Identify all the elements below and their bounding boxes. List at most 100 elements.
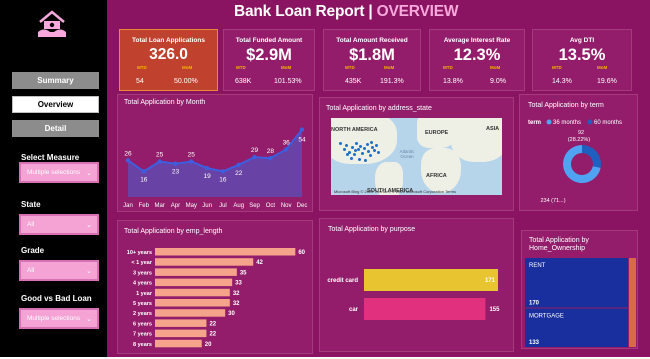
x-tick-label: Oct — [266, 203, 276, 209]
kpi-mom-value: 50.00% — [174, 78, 198, 85]
kpi-card-received[interactable]: Total Amount Received $1.8M MTD MoM 435K… — [323, 29, 421, 91]
loan-quality-dropdown[interactable]: Multiple selections ⌄ — [19, 308, 99, 329]
emp-length-panel[interactable]: Total Application by emp_length 10+ year… — [117, 220, 313, 354]
home-ownership-treemap: RENT 170 MORTGAGE 133 — [525, 258, 636, 347]
map-attribution: Microsoft Bing © 2024 TomTom, © 2024 Mic… — [334, 189, 457, 194]
kpi-card-funded[interactable]: Total Funded Amount $2.9M MTD MoM 638K 1… — [223, 29, 315, 91]
state-marker[interactable] — [370, 141, 373, 144]
month-chart-panel[interactable]: Total Application by Month 26 Jan 16 Feb 25 M… — [117, 94, 313, 212]
nav-overview-button[interactable]: Overview — [12, 96, 99, 113]
state-marker[interactable] — [353, 153, 356, 156]
state-marker[interactable] — [367, 150, 370, 153]
world-map[interactable]: NORTH AMERICA EUROPE ASIA AFRICA SOUTH A… — [331, 118, 502, 195]
kpi-mom-label: MoM — [281, 65, 292, 70]
x-tick-label: Jun — [202, 203, 212, 209]
state-marker[interactable] — [346, 153, 349, 156]
y-tick-label: 7 years — [133, 332, 152, 338]
purpose-bar-chart: credit card 171 car 155 — [327, 269, 500, 320]
state-marker[interactable] — [375, 144, 378, 147]
north-america-landmass — [331, 118, 397, 164]
kpi-mtd-label: MTD — [345, 65, 355, 70]
sidebar: Summary Overview Detail Select Measure M… — [0, 0, 107, 357]
bar — [155, 268, 237, 276]
y-tick-label: 10+ years — [127, 250, 152, 256]
state-map-panel[interactable]: Total Application by address_state NORTH… — [319, 97, 514, 211]
bar — [155, 329, 207, 338]
bar — [155, 288, 230, 297]
line-point — [204, 165, 210, 171]
state-marker[interactable] — [343, 148, 346, 151]
measure-dropdown[interactable]: Multiple selections ⌄ — [19, 162, 99, 183]
state-dropdown[interactable]: All ⌄ — [19, 214, 99, 235]
legend-swatch — [587, 119, 593, 125]
kpi-mtd-label: MTD — [236, 65, 246, 70]
kpi-title: Avg DTI — [569, 37, 595, 44]
nav-summary-button[interactable]: Summary — [12, 72, 99, 89]
grade-dropdown-value: All — [27, 267, 35, 274]
home-ownership-panel[interactable]: Total Application by Home_Ownership RENT… — [521, 230, 638, 349]
state-marker[interactable] — [366, 143, 369, 146]
term-donut-chart: term 36 months 60 months 92(28.22%) 234 (71.… — [528, 119, 622, 204]
state-marker[interactable] — [357, 148, 360, 151]
data-label: 22 — [209, 332, 216, 338]
filter-label-grade: Grade — [21, 246, 45, 255]
line-point — [189, 159, 194, 164]
state-marker[interactable] — [358, 158, 361, 161]
term-donut-panel[interactable]: Total Application by term term 36 months 6… — [519, 94, 638, 211]
x-tick-label: May — [186, 203, 197, 209]
kpi-value: 12.3% — [453, 46, 501, 64]
data-label: 26 — [124, 150, 132, 157]
kpi-mtd-label: MTD — [443, 65, 453, 70]
asia-landmass — [451, 118, 502, 162]
state-marker[interactable] — [354, 149, 357, 152]
x-tick-label: Feb — [139, 203, 150, 209]
x-tick-label: Jan — [123, 203, 133, 209]
kpi-card-interest[interactable]: Average Interest Rate 12.3% MTD MoM 13.8… — [429, 29, 525, 91]
kpi-mtd-label: MTD — [552, 65, 562, 70]
map-label-asia: ASIA — [486, 126, 500, 132]
line-point — [283, 147, 289, 152]
x-tick-label: Sep — [249, 203, 260, 209]
state-marker[interactable] — [364, 159, 367, 162]
state-marker[interactable] — [377, 151, 380, 154]
x-tick-label: Jul — [219, 203, 227, 209]
state-marker[interactable] — [359, 145, 362, 148]
data-label: 54 — [298, 137, 306, 144]
state-marker[interactable] — [345, 144, 348, 147]
legend-title: term — [528, 120, 541, 126]
filter-label-measure: Select Measure — [21, 153, 80, 162]
line-point — [173, 161, 178, 166]
grade-dropdown[interactable]: All ⌄ — [19, 260, 99, 281]
chevron-down-icon: ⌄ — [86, 169, 92, 177]
data-label: 23 — [172, 169, 180, 176]
state-marker[interactable] — [339, 142, 342, 145]
chart-title: Total Application by address_state — [326, 105, 432, 112]
y-tick-label: 1 year — [136, 291, 153, 297]
kpi-card-dti[interactable]: Avg DTI 13.5% MTD MoM 14.3% 19.6% — [532, 29, 632, 91]
state-marker[interactable] — [350, 157, 353, 160]
bar — [155, 299, 230, 307]
bar — [155, 319, 207, 327]
report-title: Bank Loan Report | OVERVIEW — [234, 3, 459, 21]
treemap-label: RENT — [529, 263, 546, 269]
y-tick-label: 6 years — [133, 321, 152, 327]
nav-detail-button[interactable]: Detail — [12, 120, 99, 137]
line-point — [157, 159, 162, 164]
bar — [155, 248, 296, 256]
y-tick-label: 8 years — [133, 342, 152, 348]
y-tick-label: car — [349, 307, 359, 313]
kpi-card-applications[interactable]: Total Loan Applications 326.0 MTD MoM 54… — [119, 29, 218, 91]
state-marker[interactable] — [361, 152, 364, 155]
state-marker[interactable] — [363, 147, 366, 150]
data-label: 234 (71...) — [540, 198, 565, 204]
chevron-down-icon: ⌄ — [86, 267, 92, 275]
purpose-panel[interactable]: Total Application by purpose credit card… — [319, 218, 514, 352]
y-tick-label: 4 years — [133, 281, 152, 287]
state-marker[interactable] — [355, 142, 358, 145]
kpi-mom-label: MoM — [182, 65, 193, 70]
state-marker[interactable] — [369, 154, 372, 157]
month-line-chart: 26 Jan 16 Feb 25 Mar 23 Apr 25 May 19 Jun 16 Jul 22 Aug… — [123, 127, 307, 209]
kpi-title: Total Amount Received — [336, 37, 408, 44]
data-label: 42 — [256, 260, 263, 266]
state-marker[interactable] — [373, 149, 376, 152]
